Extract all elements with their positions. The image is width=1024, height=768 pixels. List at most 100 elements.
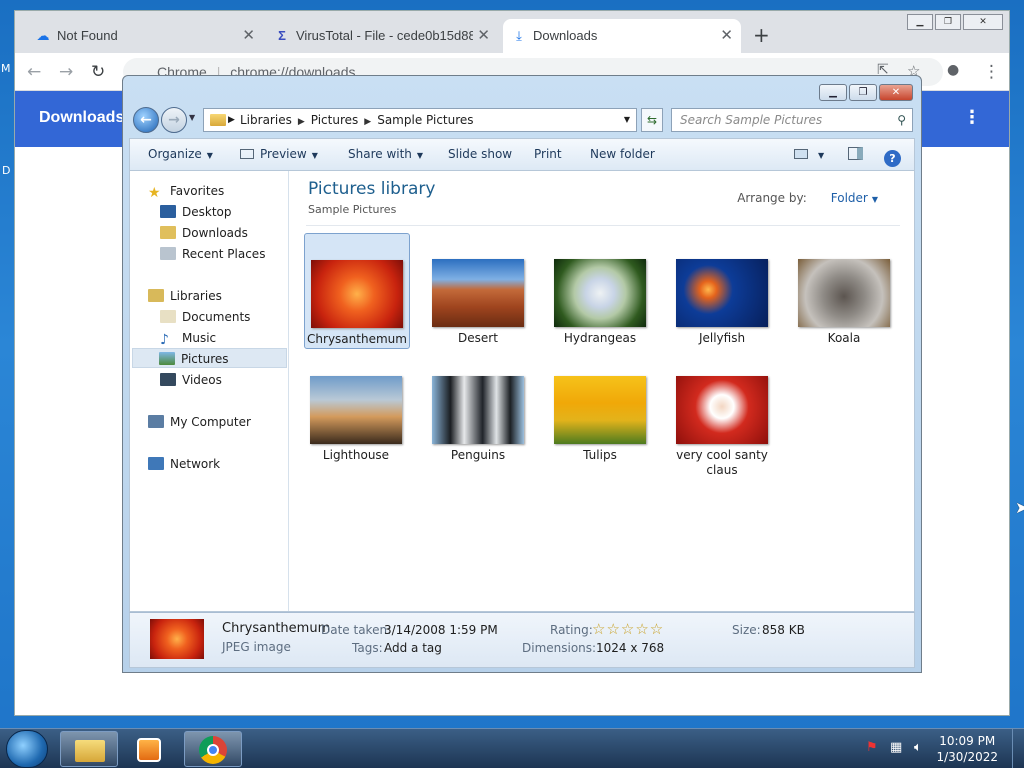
maximize-button[interactable]: ❐: [849, 84, 877, 101]
taskbar-chrome[interactable]: [184, 731, 242, 767]
tree-label: Downloads: [182, 226, 248, 240]
breadcrumb-sample-pictures[interactable]: Sample Pictures: [377, 113, 473, 127]
print-button[interactable]: Print: [534, 139, 562, 169]
taskbar-explorer[interactable]: [60, 731, 118, 767]
file-list-pane: Pictures library Sample Pictures Arrange…: [290, 171, 914, 611]
explorer-body: ★ Favorites Desktop Downloads Recent Plac…: [129, 170, 915, 612]
image-thumbnail: [554, 376, 646, 444]
tab-downloads[interactable]: ⤓ Downloads ✕: [503, 19, 741, 53]
close-window-button[interactable]: ✕: [963, 14, 1003, 30]
change-view-button[interactable]: ▼: [794, 139, 824, 169]
file-name: Chrysanthemum: [307, 332, 407, 346]
file-item-desert[interactable]: Desert: [426, 233, 532, 349]
tab-label: Not Found: [57, 28, 118, 43]
navigation-bar: ← → ▼ ▶ Libraries ▶ Pictures ▶ Sample Pictur…: [131, 106, 915, 134]
help-icon: ?: [884, 150, 901, 167]
preview-pane-button[interactable]: [848, 139, 863, 169]
reload-icon[interactable]: ↻: [91, 62, 105, 82]
file-item-penguins[interactable]: Penguins: [426, 350, 532, 466]
action-center-icon[interactable]: ⚑: [866, 740, 878, 755]
maximize-button[interactable]: ❐: [935, 14, 961, 30]
media-player-icon: [137, 738, 161, 762]
address-bar[interactable]: ▶ Libraries ▶ Pictures ▶ Sample Pictures ▼: [203, 108, 637, 132]
cloud-icon: ☁: [36, 28, 50, 43]
rating-stars[interactable]: ☆☆☆☆☆: [592, 620, 664, 638]
image-thumbnail: [311, 260, 403, 328]
system-clock[interactable]: 10:09 PM 1/30/2022: [936, 733, 998, 765]
volume-icon[interactable]: 🔈︎: [914, 740, 922, 755]
arrange-by-dropdown[interactable]: Folder ▼: [819, 191, 878, 205]
share-with-button[interactable]: Share with ▼: [348, 139, 423, 169]
new-tab-button[interactable]: +: [753, 23, 770, 47]
tags-value[interactable]: Add a tag: [384, 641, 442, 655]
close-icon[interactable]: ✕: [473, 19, 490, 53]
taskbar: ⚑ ▦ 🔈︎ 10:09 PM 1/30/2022: [0, 728, 1024, 768]
preview-pane-icon: [848, 147, 863, 160]
file-item-chrysanthemum[interactable]: Chrysanthemum: [304, 233, 410, 349]
dimensions-label: Dimensions:: [522, 641, 597, 655]
breadcrumb-libraries[interactable]: Libraries: [240, 113, 292, 127]
tree-network[interactable]: Network: [148, 454, 220, 474]
file-name: Desert: [458, 331, 498, 345]
tree-my-computer[interactable]: My Computer: [148, 412, 251, 432]
preview-button[interactable]: Preview ▼: [240, 139, 318, 169]
close-icon[interactable]: ✕: [242, 19, 255, 53]
organize-button[interactable]: Organize ▼: [148, 139, 213, 169]
minimize-button[interactable]: ▁: [907, 14, 933, 30]
tree-desktop[interactable]: Desktop: [160, 202, 232, 222]
recent-pages-chevron-icon[interactable]: ▼: [189, 113, 195, 122]
libraries-icon: [148, 289, 164, 302]
file-item-jellyfish[interactable]: Jellyfish: [670, 233, 776, 349]
network-tray-icon[interactable]: ▦: [890, 740, 902, 755]
image-thumbnail: [432, 259, 524, 327]
tree-libraries[interactable]: Libraries: [148, 286, 222, 306]
arrange-by: Arrange by: Folder ▼: [737, 191, 878, 205]
tree-documents[interactable]: Documents: [160, 307, 250, 327]
search-input[interactable]: Search Sample Pictures ⚲: [671, 108, 913, 132]
file-item-hydrangeas[interactable]: Hydrangeas: [548, 233, 654, 349]
detail-file-type: JPEG image: [222, 640, 291, 654]
tree-recent-places[interactable]: Recent Places: [160, 244, 265, 264]
help-button[interactable]: ?: [884, 139, 901, 169]
file-item-tulips[interactable]: Tulips: [548, 350, 654, 466]
tree-music[interactable]: ♪ Music: [160, 328, 216, 348]
tree-downloads[interactable]: Downloads: [160, 223, 248, 243]
chrome-menu-icon[interactable]: ⋮: [983, 62, 1000, 82]
more-menu-icon[interactable]: ⋮: [963, 107, 981, 128]
tree-videos[interactable]: Videos: [160, 370, 222, 390]
page-title: Downloads: [39, 109, 125, 126]
minimize-button[interactable]: ▁: [819, 84, 847, 101]
breadcrumb-pictures[interactable]: Pictures: [311, 113, 359, 127]
profile-icon[interactable]: ●: [947, 62, 959, 78]
taskbar-media-player[interactable]: [122, 731, 180, 767]
arrange-value: Folder: [830, 191, 868, 205]
slide-show-button[interactable]: Slide show: [448, 139, 512, 169]
tab-not-found[interactable]: ☁ Not Found ✕: [27, 19, 263, 53]
forward-arrow-icon[interactable]: →: [59, 62, 73, 82]
explorer-icon: [75, 740, 105, 762]
new-folder-button[interactable]: New folder: [590, 139, 655, 169]
start-button[interactable]: [6, 730, 48, 768]
close-window-button[interactable]: ✕: [879, 84, 913, 101]
file-item-santa[interactable]: very cool santy claus: [670, 350, 776, 480]
chevron-right-icon[interactable]: ▶: [228, 109, 235, 131]
date-taken-value[interactable]: 3/14/2008 1:59 PM: [384, 623, 498, 637]
size-label: Size:: [732, 623, 761, 637]
file-name: Lighthouse: [322, 448, 390, 462]
back-arrow-icon[interactable]: ←: [133, 107, 159, 133]
tab-virustotal[interactable]: Σ VirusTotal - File - cede0b15d88c ✕: [266, 19, 498, 53]
file-item-lighthouse[interactable]: Lighthouse: [304, 350, 410, 466]
show-desktop-button[interactable]: [1012, 729, 1024, 768]
library-title: Pictures library: [308, 179, 436, 199]
refresh-icon[interactable]: ⇆: [641, 108, 663, 132]
tree-favorites[interactable]: ★ Favorites: [148, 181, 224, 201]
computer-icon: [148, 415, 164, 428]
file-item-koala[interactable]: Koala: [792, 233, 898, 349]
tree-pictures[interactable]: Pictures: [132, 348, 287, 368]
dimensions-value: 1024 x 768: [596, 641, 665, 655]
tree-label: Pictures: [181, 352, 229, 366]
back-arrow-icon[interactable]: ←: [27, 62, 41, 82]
forward-arrow-icon[interactable]: →: [161, 107, 187, 133]
chevron-down-icon[interactable]: ▼: [624, 109, 630, 131]
close-icon[interactable]: ✕: [720, 19, 733, 53]
